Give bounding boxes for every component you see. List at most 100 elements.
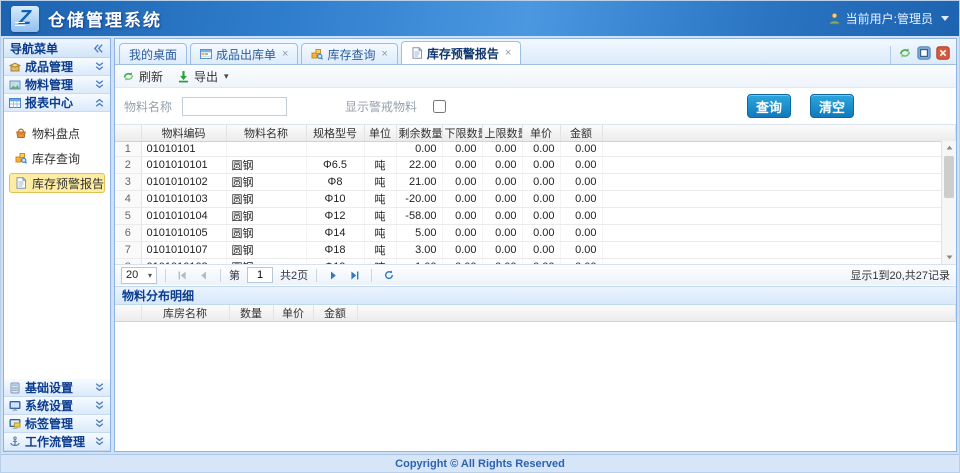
column-header[interactable]: 库房名称 bbox=[141, 305, 229, 322]
sidebar-item[interactable]: 库存查询 bbox=[9, 148, 105, 168]
footer: Copyright © All Rights Reserved bbox=[1, 454, 959, 472]
prev-page-button[interactable] bbox=[195, 267, 212, 283]
tab-label: 库存查询 bbox=[327, 46, 375, 63]
tab[interactable]: 我的桌面 bbox=[119, 43, 187, 64]
column-header[interactable]: 上限数量 bbox=[482, 125, 522, 142]
last-page-button[interactable] bbox=[346, 267, 363, 283]
cell: 0101010108 bbox=[141, 259, 226, 265]
sidebar-group[interactable]: 物料管理 bbox=[4, 76, 110, 94]
collapse-sidebar-icon[interactable] bbox=[93, 43, 104, 54]
show-warning-checkbox[interactable] bbox=[433, 100, 446, 113]
tab[interactable]: 库存查询 × bbox=[301, 43, 397, 64]
cell: 0.00 bbox=[442, 174, 482, 191]
export-icon bbox=[177, 70, 190, 83]
cell: 0.00 bbox=[560, 174, 602, 191]
cell-filler bbox=[602, 259, 956, 265]
cell: 0.00 bbox=[482, 225, 522, 242]
row-number: 7 bbox=[115, 242, 141, 259]
tab-close-icon[interactable]: × bbox=[505, 47, 511, 59]
maximize-icon[interactable] bbox=[917, 46, 931, 60]
cell: 0.00 bbox=[482, 242, 522, 259]
table-row[interactable]: 80101010108圆钢Φ19吨1.000.000.000.000.00 bbox=[115, 259, 956, 265]
table-row[interactable]: 60101010105圆钢Φ14吨5.000.000.000.000.00 bbox=[115, 225, 956, 242]
material-name-input[interactable] bbox=[182, 97, 287, 116]
column-header[interactable]: 金额 bbox=[560, 125, 602, 142]
vertical-scrollbar bbox=[941, 141, 956, 264]
cell: 圆钢 bbox=[226, 259, 306, 265]
navigation-sidebar: 导航菜单 成品管理物料管理报表中心 物料盘点库存查询库存预警报告 基础设置系统设… bbox=[3, 38, 111, 452]
cell: Φ12 bbox=[306, 208, 364, 225]
tab-close-icon[interactable]: × bbox=[282, 48, 288, 60]
page-size-select[interactable]: 20 ▾ bbox=[121, 267, 157, 284]
tab[interactable]: 成品出库单× bbox=[190, 43, 298, 64]
user-menu[interactable]: 当前用户:管理员 bbox=[828, 10, 949, 27]
column-header[interactable]: 剩余数量 bbox=[396, 125, 442, 142]
tab-close-icon[interactable]: × bbox=[381, 48, 387, 60]
column-header[interactable]: 规格型号 bbox=[306, 125, 364, 142]
scrollbar-thumb[interactable] bbox=[944, 156, 954, 198]
inventory-warning-table: 物料编码物料名称规格型号单位剩余数量下限数量上限数量单价金额1010101010… bbox=[115, 125, 956, 264]
cell: 0.00 bbox=[522, 174, 560, 191]
table-row[interactable]: 1010101010.000.000.000.000.00 bbox=[115, 142, 956, 157]
chevron-down-icon bbox=[94, 400, 105, 411]
cell: 0.00 bbox=[522, 191, 560, 208]
tab-tools bbox=[890, 46, 952, 64]
table-row[interactable]: 70101010107圆钢Φ18吨3.000.000.000.000.00 bbox=[115, 242, 956, 259]
sidebar-group[interactable]: 成品管理 bbox=[4, 58, 110, 76]
refresh-tab-icon[interactable] bbox=[898, 46, 912, 60]
close-icon[interactable] bbox=[936, 46, 950, 60]
page-number-input[interactable] bbox=[247, 267, 273, 283]
sidebar-title: 导航菜单 bbox=[10, 40, 58, 57]
column-header[interactable]: 下限数量 bbox=[442, 125, 482, 142]
cell: 0101010101 bbox=[141, 157, 226, 174]
column-header[interactable]: 金额 bbox=[313, 305, 357, 322]
refresh-button[interactable]: 刷新 bbox=[122, 68, 163, 85]
table-row[interactable]: 40101010103圆钢Φ10吨-20.000.000.000.000.00 bbox=[115, 191, 956, 208]
next-page-button[interactable] bbox=[325, 267, 342, 283]
query-button[interactable]: 查询 bbox=[747, 94, 791, 118]
cell bbox=[364, 142, 396, 157]
cell: 0101010105 bbox=[141, 225, 226, 242]
chevron-down-icon bbox=[94, 436, 105, 447]
table-row[interactable]: 50101010104圆钢Φ12吨-58.000.000.000.000.00 bbox=[115, 208, 956, 225]
cell: 0.00 bbox=[522, 259, 560, 265]
sidebar-group[interactable]: 系统设置 bbox=[4, 397, 110, 415]
tab[interactable]: 库存预警报告× bbox=[401, 41, 521, 64]
column-header[interactable]: 数量 bbox=[229, 305, 273, 322]
column-header[interactable]: 单位 bbox=[364, 125, 396, 142]
pagination-bar: 20 ▾ 第 共2页 显示1到20,共27记录 bbox=[115, 264, 956, 285]
export-button[interactable]: 导出 ▾ bbox=[177, 68, 229, 85]
first-page-button[interactable] bbox=[174, 267, 191, 283]
row-number-header bbox=[115, 305, 141, 322]
row-number: 3 bbox=[115, 174, 141, 191]
sidebar-group-label: 报表中心 bbox=[25, 94, 90, 111]
detail-grid-header: 库房名称数量单价金额 bbox=[115, 305, 956, 322]
refresh-icon bbox=[122, 70, 135, 83]
cell: 圆钢 bbox=[226, 174, 306, 191]
tab-bar: 我的桌面成品出库单×库存查询×库存预警报告× bbox=[115, 39, 956, 65]
clear-button[interactable]: 清空 bbox=[810, 94, 854, 118]
sidebar-group[interactable]: 基础设置 bbox=[4, 379, 110, 397]
sidebar-item[interactable]: 物料盘点 bbox=[9, 123, 105, 143]
workflow-icon bbox=[9, 436, 21, 448]
reload-page-button[interactable] bbox=[380, 267, 397, 283]
column-header[interactable]: 单价 bbox=[522, 125, 560, 142]
sidebar-group[interactable]: 标签管理 bbox=[4, 415, 110, 433]
scroll-down-icon[interactable] bbox=[942, 251, 956, 264]
sidebar-item[interactable]: 库存预警报告 bbox=[9, 173, 105, 193]
cell: 01010101 bbox=[141, 142, 226, 157]
scroll-up-icon[interactable] bbox=[942, 141, 956, 154]
tab-strip: 我的桌面成品出库单×库存查询×库存预警报告× bbox=[119, 41, 890, 64]
chevron-down-icon bbox=[94, 61, 105, 72]
column-header[interactable]: 物料编码 bbox=[141, 125, 226, 142]
table-row[interactable]: 30101010102圆钢Φ8吨21.000.000.000.000.00 bbox=[115, 174, 956, 191]
user-icon bbox=[828, 12, 841, 25]
sidebar-item-label: 库存预警报告 bbox=[32, 175, 104, 192]
sidebar-group[interactable]: 工作流管理 bbox=[4, 433, 110, 451]
column-header[interactable]: 物料名称 bbox=[226, 125, 306, 142]
sidebar-group[interactable]: 报表中心 bbox=[4, 94, 110, 112]
column-header[interactable]: 单价 bbox=[273, 305, 313, 322]
cell: Φ6.5 bbox=[306, 157, 364, 174]
material-name-label: 物料名称 bbox=[124, 98, 172, 115]
table-row[interactable]: 20101010101圆钢Φ6.5吨22.000.000.000.000.00 bbox=[115, 157, 956, 174]
